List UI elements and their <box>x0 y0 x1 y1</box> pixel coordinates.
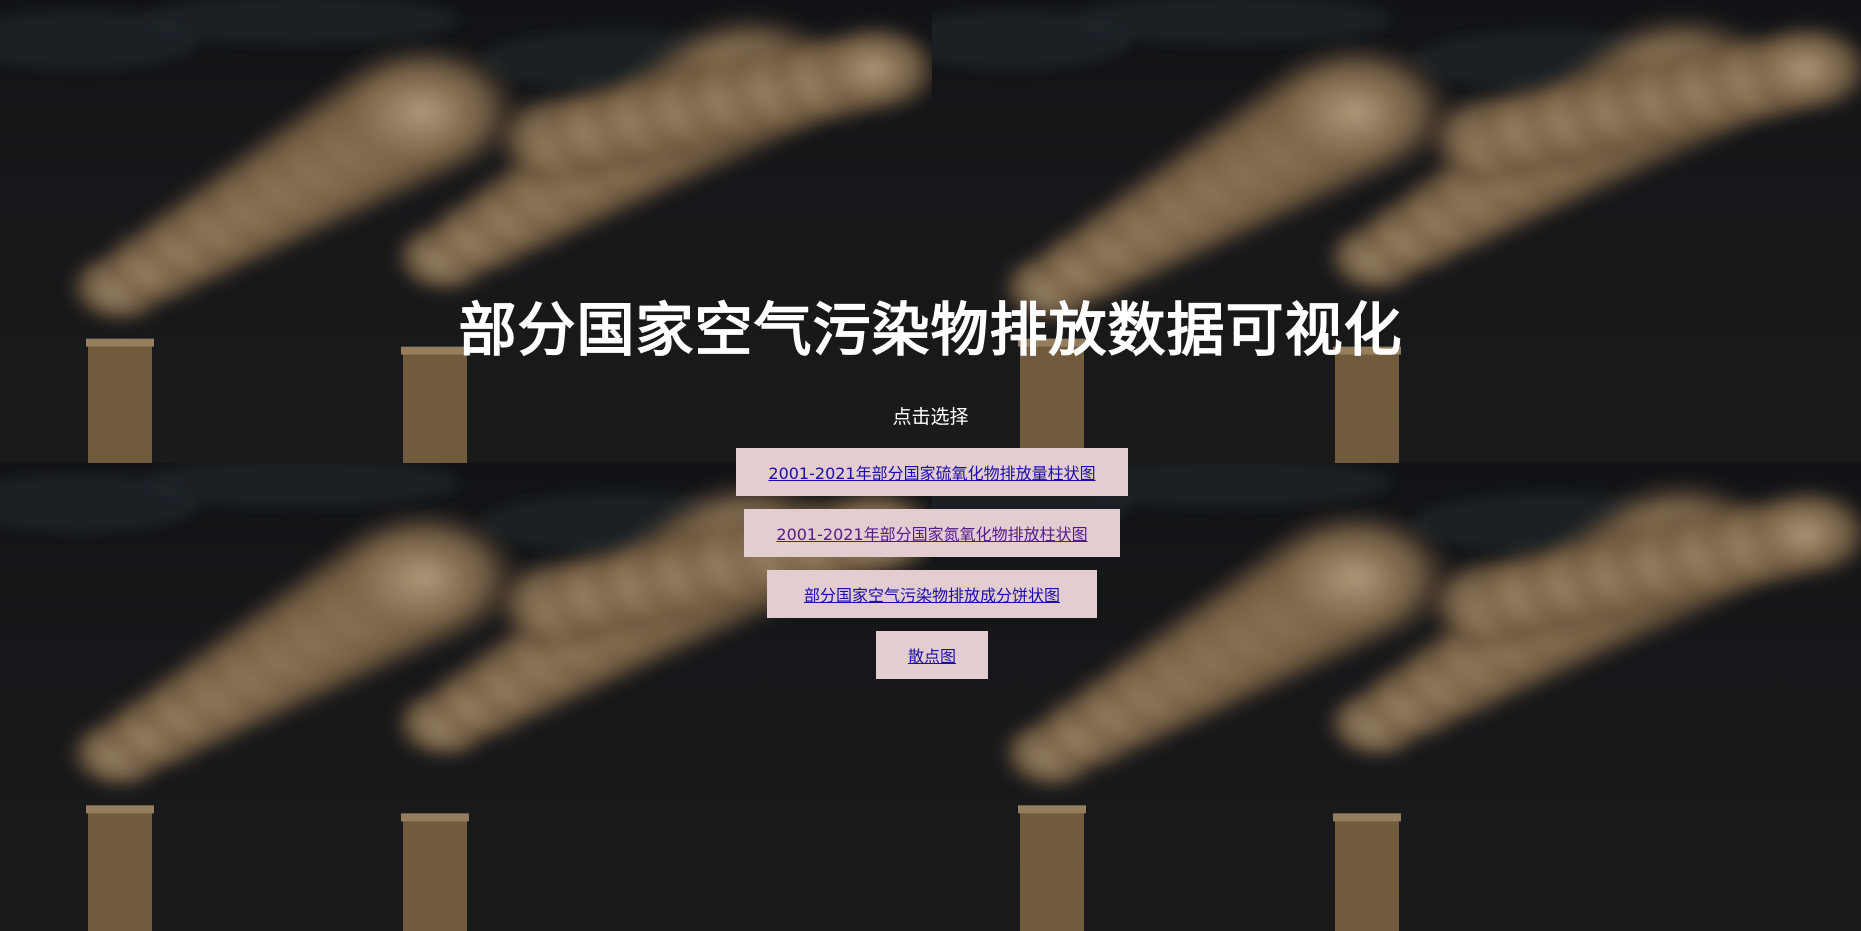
page-title: 部分国家空气污染物排放数据可视化 <box>458 296 1403 364</box>
nox-bar-chart-button[interactable]: 2001-2021年部分国家氮氧化物排放柱状图 <box>744 509 1120 557</box>
main-content: 部分国家空气污染物排放数据可视化 点击选择 2001-2021年部分国家硫氧化物… <box>0 0 1861 931</box>
sox-bar-chart-button[interactable]: 2001-2021年部分国家硫氧化物排放量柱状图 <box>736 448 1128 496</box>
nox-bar-chart-link[interactable]: 2001-2021年部分国家氮氧化物排放柱状图 <box>776 521 1087 545</box>
pie-chart-link[interactable]: 部分国家空气污染物排放成分饼状图 <box>804 582 1060 606</box>
sox-bar-chart-link[interactable]: 2001-2021年部分国家硫氧化物排放量柱状图 <box>768 460 1095 484</box>
page: 部分国家空气污染物排放数据可视化 点击选择 2001-2021年部分国家硫氧化物… <box>0 0 1861 931</box>
scatter-chart-button[interactable]: 散点图 <box>876 631 988 679</box>
select-prompt: 点击选择 <box>892 406 969 428</box>
scatter-chart-link[interactable]: 散点图 <box>908 643 956 667</box>
pie-chart-button[interactable]: 部分国家空气污染物排放成分饼状图 <box>767 570 1097 618</box>
